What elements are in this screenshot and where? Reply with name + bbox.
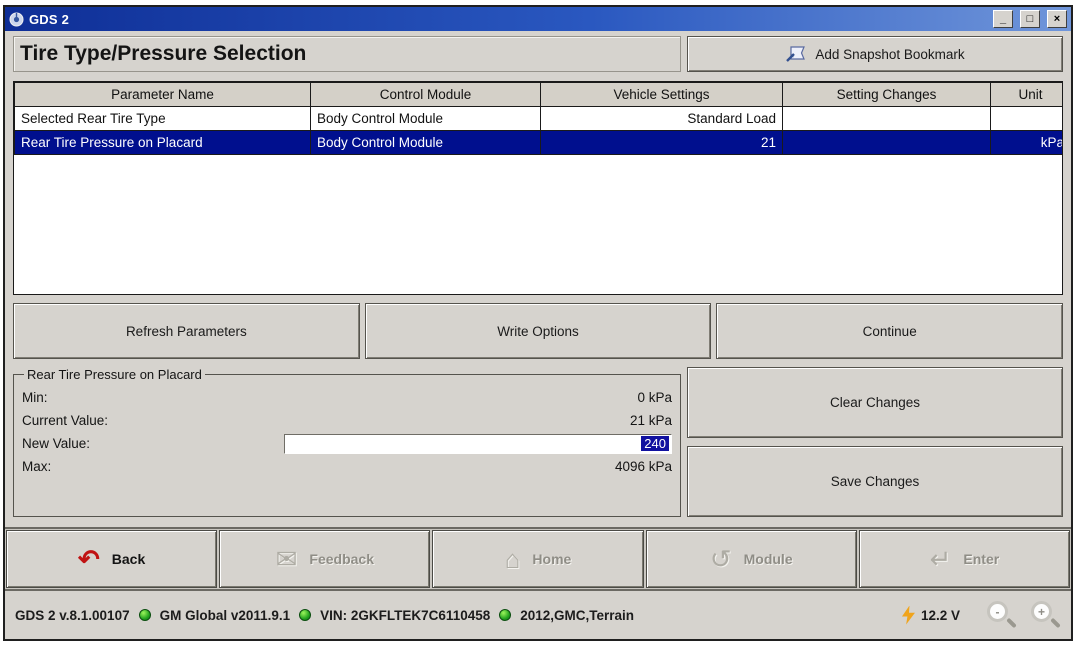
max-row: Max: 4096 kPa xyxy=(22,455,672,478)
voltage-bolt-icon xyxy=(902,606,915,625)
current-value-row: Current Value: 21 kPa xyxy=(22,409,672,432)
col-control-module: Control Module xyxy=(311,83,541,107)
app-version: GDS 2 v.8.1.00107 xyxy=(15,608,130,623)
parameter-table-panel: Parameter Name Control Module Vehicle Se… xyxy=(13,81,1063,295)
table-row[interactable]: Selected Rear Tire Type Body Control Mod… xyxy=(15,107,1064,131)
feedback-button: ✉ Feedback xyxy=(219,530,430,588)
status-led-icon xyxy=(499,609,511,621)
new-value-row: New Value: 240 xyxy=(22,432,672,455)
max-value: 4096 kPa xyxy=(615,459,672,474)
minimize-button[interactable]: _ xyxy=(993,10,1013,28)
home-label: Home xyxy=(532,551,571,567)
clear-changes-button[interactable]: Clear Changes xyxy=(687,367,1063,438)
cell-setting: 21 xyxy=(541,131,783,155)
cell-changes xyxy=(783,107,991,131)
col-vehicle-settings: Vehicle Settings xyxy=(541,83,783,107)
back-button[interactable]: ↶ Back xyxy=(6,530,217,588)
navigation-bar: ↶ Back ✉ Feedback ⌂ Home ↺ Module ↵ Ente… xyxy=(5,527,1071,589)
enter-label: Enter xyxy=(963,551,999,567)
col-setting-changes: Setting Changes xyxy=(783,83,991,107)
cell-parameter: Selected Rear Tire Type xyxy=(15,107,311,131)
back-icon: ↶ xyxy=(78,546,100,572)
enter-icon: ↵ xyxy=(930,546,952,572)
continue-button[interactable]: Continue xyxy=(716,303,1063,359)
back-label: Back xyxy=(112,551,145,567)
bookmark-icon xyxy=(785,45,807,63)
min-label: Min: xyxy=(22,390,48,405)
zoom-out-icon[interactable]: - xyxy=(987,601,1017,629)
feedback-icon: ✉ xyxy=(276,546,298,572)
app-icon xyxy=(9,12,24,27)
new-value-selected-text: 240 xyxy=(641,436,669,451)
max-label: Max: xyxy=(22,459,51,474)
zoom-in-icon[interactable]: + xyxy=(1031,601,1061,629)
module-icon: ↺ xyxy=(710,546,732,572)
module-button: ↺ Module xyxy=(646,530,857,588)
home-button: ⌂ Home xyxy=(432,530,643,588)
module-label: Module xyxy=(744,551,793,567)
new-value-input[interactable]: 240 xyxy=(284,434,672,454)
vehicle-description: 2012,GMC,Terrain xyxy=(520,608,634,623)
vin-value: VIN: 2GKFLTEK7C6110458 xyxy=(320,608,490,623)
write-options-button[interactable]: Write Options xyxy=(365,303,712,359)
gds2-window: GDS 2 _ □ × Tire Type/Pressure Selection… xyxy=(3,5,1073,641)
detail-section: Rear Tire Pressure on Placard Min: 0 kPa… xyxy=(13,367,1063,517)
table-header-row: Parameter Name Control Module Vehicle Se… xyxy=(15,83,1064,107)
table-row-selected[interactable]: Rear Tire Pressure on Placard Body Contr… xyxy=(15,131,1064,155)
col-unit: Unit xyxy=(991,83,1064,107)
action-button-row: Refresh Parameters Write Options Continu… xyxy=(13,303,1063,359)
status-bar: GDS 2 v.8.1.00107 GM Global v2011.9.1 VI… xyxy=(5,589,1071,639)
current-value-label: Current Value: xyxy=(22,413,108,428)
current-value: 21 kPa xyxy=(630,413,672,428)
min-row: Min: 0 kPa xyxy=(22,386,672,409)
add-snapshot-bookmark-button[interactable]: Add Snapshot Bookmark xyxy=(687,36,1063,72)
voltage-value: 12.2 V xyxy=(921,608,960,623)
parameter-detail-box: Rear Tire Pressure on Placard Min: 0 kPa… xyxy=(13,367,681,517)
enter-button: ↵ Enter xyxy=(859,530,1070,588)
cell-parameter: Rear Tire Pressure on Placard xyxy=(15,131,311,155)
software-version: GM Global v2011.9.1 xyxy=(160,608,291,623)
cell-module: Body Control Module xyxy=(311,131,541,155)
bookmark-label: Add Snapshot Bookmark xyxy=(815,47,964,62)
status-led-icon xyxy=(139,609,151,621)
col-parameter-name: Parameter Name xyxy=(15,83,311,107)
detail-buttons: Clear Changes Save Changes xyxy=(687,367,1063,517)
feedback-label: Feedback xyxy=(309,551,374,567)
maximize-button[interactable]: □ xyxy=(1020,10,1040,28)
close-button[interactable]: × xyxy=(1047,10,1067,28)
status-led-icon xyxy=(299,609,311,621)
parameter-table: Parameter Name Control Module Vehicle Se… xyxy=(14,82,1063,155)
voltage-indicator: 12.2 V xyxy=(902,606,960,625)
title-panel: Tire Type/Pressure Selection xyxy=(13,36,681,72)
save-changes-button[interactable]: Save Changes xyxy=(687,446,1063,517)
cell-module: Body Control Module xyxy=(311,107,541,131)
window-title: GDS 2 xyxy=(29,12,986,27)
header: Tire Type/Pressure Selection Add Snapsho… xyxy=(5,31,1071,77)
cell-unit: kPa xyxy=(991,131,1064,155)
cell-setting: Standard Load xyxy=(541,107,783,131)
refresh-parameters-button[interactable]: Refresh Parameters xyxy=(13,303,360,359)
zoom-controls: - + xyxy=(987,601,1061,629)
home-icon: ⌂ xyxy=(505,546,521,572)
parameter-detail-title: Rear Tire Pressure on Placard xyxy=(24,367,205,382)
page-title: Tire Type/Pressure Selection xyxy=(20,42,306,66)
cell-unit xyxy=(991,107,1064,131)
new-value-label: New Value: xyxy=(22,436,90,451)
cell-changes xyxy=(783,131,991,155)
min-value: 0 kPa xyxy=(637,390,672,405)
titlebar: GDS 2 _ □ × xyxy=(5,7,1071,31)
